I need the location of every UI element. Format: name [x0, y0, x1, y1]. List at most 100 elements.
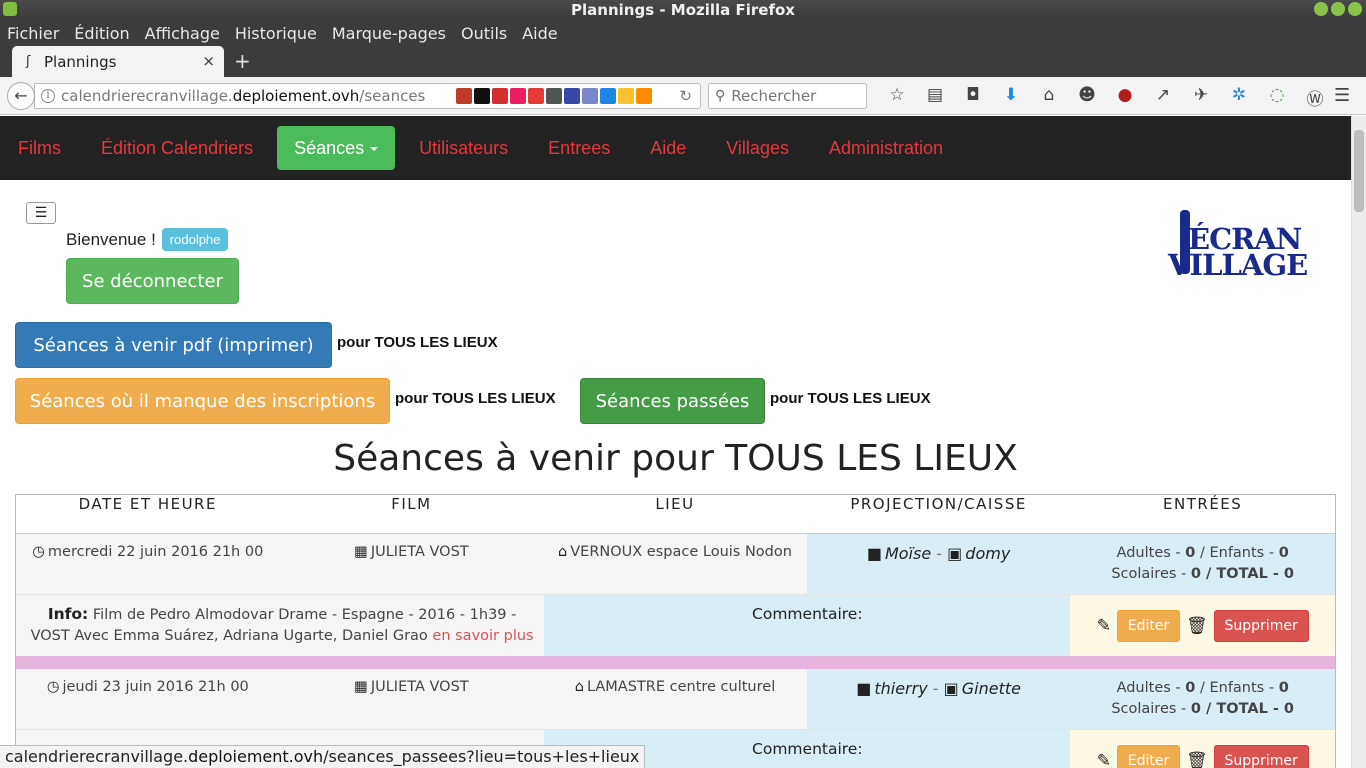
film-text: JULIETA VOST	[370, 544, 469, 560]
lieu-cell: ⌂ LAMASTRE centre culturel	[543, 669, 807, 729]
home-icon[interactable]: ⌂	[1030, 85, 1068, 110]
close-window-icon[interactable]	[1348, 2, 1362, 16]
page-scrollbar[interactable]	[1351, 116, 1366, 768]
tab-close-icon[interactable]: ×	[202, 52, 215, 70]
pencil-icon[interactable]: ✎	[1097, 751, 1111, 768]
wordpress-icon[interactable]	[546, 88, 562, 104]
menubar: Fichier Édition Affichage Historique Mar…	[0, 20, 1366, 46]
nav-seances-label: Séances	[294, 138, 365, 158]
nav-edition-calendriers[interactable]: Édition Calendriers	[85, 126, 269, 170]
delete-button[interactable]: Supprimer	[1213, 609, 1309, 642]
adultes-count: 0	[1185, 680, 1196, 696]
entrees-line1: Adultes - 0 / Enfants - 0	[1070, 678, 1335, 699]
trash-icon[interactable]: 🗑	[1186, 751, 1208, 768]
edit-button[interactable]: Editer	[1117, 744, 1181, 768]
extension-icon[interactable]	[528, 88, 544, 104]
extension-icon[interactable]	[618, 88, 634, 104]
extension-icon[interactable]	[456, 88, 472, 104]
nav-entrees[interactable]: Entrees	[532, 126, 626, 170]
maximize-icon[interactable]	[1331, 2, 1345, 16]
back-button[interactable]: ←	[7, 82, 35, 110]
actions-cell: ✎ Editer 🗑 Supprimer	[1070, 595, 1335, 656]
extension-icon[interactable]	[510, 88, 526, 104]
url-text[interactable]: calendrierecranvillage.deploiement.ovh/s…	[61, 87, 436, 105]
actions-cell: ✎ Editer 🗑 Supprimer	[1070, 730, 1335, 768]
pocket-icon[interactable]: ◘	[954, 85, 992, 110]
extension-icon[interactable]	[600, 88, 616, 104]
tab-title: Plannings	[44, 52, 117, 71]
menu-outils[interactable]: Outils	[461, 24, 507, 43]
ublock-icon[interactable]: ●	[1106, 85, 1144, 110]
entrees-cell: Adultes - 0 / Enfants - 0 Scolaires - 0 …	[1070, 669, 1335, 729]
chat-icon[interactable]: ☻	[1068, 85, 1106, 110]
edit-button[interactable]: Editer	[1117, 609, 1181, 642]
extension-icon[interactable]	[492, 88, 508, 104]
window-menu-icon[interactable]	[3, 2, 17, 16]
app-navbar: Films Édition Calendriers Séances Utilis…	[0, 116, 1351, 180]
extension-badge-icon[interactable]: ✈	[1182, 85, 1220, 110]
pencil-icon[interactable]: ✎	[1097, 616, 1111, 636]
toolbar-icons: ☆ ▤ ◘ ⬇ ⌂ ☻ ● ↗ ✈ ✲ ◌ Ⓦ	[878, 85, 1334, 110]
past-sessions-button[interactable]: Séances passées	[580, 378, 765, 424]
enfants-label: / Enfants -	[1195, 545, 1279, 561]
upcoming-pdf-button[interactable]: Séances à venir pdf (imprimer)	[15, 322, 332, 368]
menu-aide[interactable]: Aide	[522, 24, 557, 43]
download-icon[interactable]: ⬇	[992, 85, 1030, 110]
minimize-icon[interactable]	[1314, 2, 1328, 16]
enfants-label: / Enfants -	[1195, 680, 1279, 696]
trash-icon[interactable]: 🗑	[1186, 616, 1208, 636]
reading-list-icon[interactable]: ▤	[916, 85, 954, 110]
extension-icon[interactable]: ◌	[1258, 85, 1296, 110]
status-bar: calendrierecranvillage.deploiement.ovh/s…	[0, 745, 646, 768]
entrees-line1: Adultes - 0 / Enfants - 0	[1070, 543, 1335, 564]
extension-icon[interactable]: ↗	[1144, 85, 1182, 110]
for-all-label: pour TOUS LES LIEUX	[337, 334, 498, 351]
new-tab-button[interactable]: +	[234, 49, 251, 73]
projectionist-name: thierry	[874, 679, 928, 698]
window-controls	[1314, 2, 1362, 16]
php-icon[interactable]	[582, 88, 598, 104]
total-count: 0	[1283, 701, 1295, 717]
user-badge: rodolphe	[161, 228, 229, 251]
search-icon: ⚲	[715, 88, 726, 104]
info-cell: Info: Film de Pedro Almodovar Drame - Es…	[16, 595, 545, 656]
nav-utilisateurs[interactable]: Utilisateurs	[403, 126, 524, 170]
table-row: ◷ jeudi 23 juin 2016 21h 00 ▦ JULIETA VOST…	[16, 669, 1335, 729]
hamburger-menu-icon[interactable]: ☰	[1334, 85, 1350, 106]
search-bar[interactable]: ⚲ Rechercher	[708, 83, 867, 109]
total-label: / TOTAL -	[1200, 701, 1284, 717]
extension-icon[interactable]	[474, 88, 490, 104]
missing-registrations-button[interactable]: Séances où il manque des inscriptions	[15, 378, 390, 424]
url-bar[interactable]: i calendrierecranvillage.deploiement.ovh…	[34, 83, 701, 109]
nav-administration[interactable]: Administration	[813, 126, 959, 170]
nav-villages[interactable]: Villages	[710, 126, 805, 170]
film-cell: ▦ JULIETA VOST	[279, 534, 544, 594]
logout-button[interactable]: Se déconnecter	[66, 258, 239, 304]
more-info-link[interactable]: en savoir plus	[432, 628, 533, 644]
extension-icon[interactable]	[564, 88, 580, 104]
menu-marque-pages[interactable]: Marque-pages	[332, 24, 446, 43]
scrollbar-thumb[interactable]	[1354, 130, 1364, 212]
bookmark-star-icon[interactable]: ☆	[878, 85, 916, 110]
entrees-line2: Scolaires - 0 / TOTAL - 0	[1070, 564, 1335, 585]
tab-plannings[interactable]: ʃ Plannings ×	[12, 46, 224, 77]
sidebar-toggle-button[interactable]: ☰	[26, 202, 56, 224]
menu-affichage[interactable]: Affichage	[145, 24, 220, 43]
wordpress-icon[interactable]: Ⓦ	[1296, 85, 1334, 110]
menu-fichier[interactable]: Fichier	[7, 24, 59, 43]
enfants-count: 0	[1278, 680, 1289, 696]
site-info-icon[interactable]: i	[41, 89, 55, 103]
extension-icon[interactable]	[636, 88, 652, 104]
menu-edition[interactable]: Édition	[74, 24, 129, 43]
nav-aide[interactable]: Aide	[634, 126, 702, 170]
extension-icon[interactable]: ✲	[1220, 85, 1258, 110]
caret-down-icon	[370, 147, 379, 152]
url-host: deploiement.ovh	[232, 87, 360, 105]
menu-historique[interactable]: Historique	[235, 24, 317, 43]
nav-films[interactable]: Films	[2, 126, 77, 170]
reload-icon[interactable]: ↻	[679, 87, 692, 105]
nav-seances[interactable]: Séances	[277, 126, 396, 170]
date-text: jeudi 23 juin 2016 21h 00	[62, 679, 249, 695]
delete-button[interactable]: Supprimer	[1213, 744, 1309, 768]
projection-cell: ■ thierry - ▣ Ginette	[806, 669, 1071, 729]
